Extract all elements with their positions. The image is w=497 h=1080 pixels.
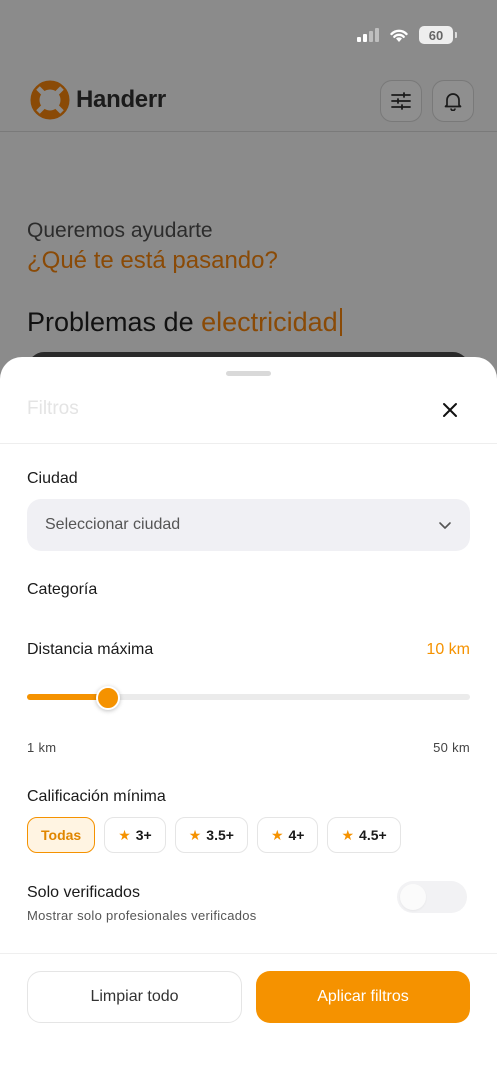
hero-title-accent: electricidad xyxy=(201,307,338,337)
rating-chip[interactable]: Todas xyxy=(27,817,96,853)
divider xyxy=(0,443,497,444)
logo: Handerr xyxy=(30,80,166,120)
lifebuoy-logo-icon xyxy=(30,80,70,120)
rating-chip-label: 4+ xyxy=(288,827,305,843)
apply-filters-button[interactable]: Aplicar filtros xyxy=(256,971,470,1023)
star-icon: ★ xyxy=(341,826,355,843)
app-header: Handerr xyxy=(0,78,497,132)
clear-all-button[interactable]: Limpiar todo xyxy=(27,971,242,1023)
distance-label: Distancia máxima xyxy=(27,641,154,658)
toggle-knob xyxy=(400,884,426,910)
verified-label: Solo verificados xyxy=(27,884,140,901)
verified-toggle[interactable] xyxy=(397,881,467,913)
city-select-value: Seleccionar ciudad xyxy=(45,516,181,533)
star-icon: ★ xyxy=(188,826,202,843)
filters-sheet: Filtros Ciudad Seleccionar ciudad Catego… xyxy=(0,357,497,1080)
city-label: Ciudad xyxy=(27,470,78,487)
rating-label: Calificación mínima xyxy=(27,788,166,805)
sheet-grabber[interactable] xyxy=(226,371,271,376)
text-caret xyxy=(339,308,342,336)
hero-title-prefix: Problemas de xyxy=(27,307,202,337)
close-icon xyxy=(443,403,457,417)
rating-chip-label: 3+ xyxy=(135,827,152,843)
city-select[interactable]: Seleccionar ciudad xyxy=(27,499,470,551)
distance-min-label: 1 km xyxy=(27,740,57,755)
battery-icon: 60 xyxy=(419,26,457,44)
footer-divider xyxy=(0,953,497,954)
distance-slider[interactable] xyxy=(27,686,470,710)
rating-options: Todas ★ 3+ ★ 3.5+ ★ 4+ ★ 4.5+ xyxy=(27,817,401,853)
hero-question: ¿Qué te está pasando? xyxy=(27,247,278,274)
rating-chip[interactable]: ★ 3.5+ xyxy=(174,817,248,853)
category-label: Categoría xyxy=(27,581,98,598)
rating-chip[interactable]: ★ 4+ xyxy=(256,817,319,853)
chevron-down-icon xyxy=(439,521,451,529)
rating-chip[interactable]: ★ 4.5+ xyxy=(327,817,401,853)
star-icon: ★ xyxy=(118,826,131,843)
app-name: Handerr xyxy=(76,86,166,113)
verified-description: Mostrar solo profesionales verificados xyxy=(27,908,257,923)
rating-chip-label: 4.5+ xyxy=(359,827,387,843)
hero-subtitle: Queremos ayudarte xyxy=(27,219,213,242)
rating-chip-label: Todas xyxy=(41,827,82,843)
hero-title: Problemas de electricidad xyxy=(27,307,342,338)
sheet-title: Filtros xyxy=(27,398,79,419)
cellular-signal-icon xyxy=(357,28,379,42)
rating-chip-label: 3.5+ xyxy=(206,827,234,843)
distance-value: 10 km xyxy=(426,641,470,658)
star-icon: ★ xyxy=(270,826,284,843)
status-bar: 60 xyxy=(0,0,497,70)
close-button[interactable] xyxy=(439,399,461,421)
sliders-icon xyxy=(391,92,411,110)
notifications-button[interactable] xyxy=(432,80,474,122)
bell-icon xyxy=(444,93,462,111)
rating-chip[interactable]: ★ 3+ xyxy=(104,817,166,853)
filter-settings-button[interactable] xyxy=(380,80,422,122)
status-indicators: 60 xyxy=(357,26,457,44)
distance-max-label: 50 km xyxy=(433,740,470,755)
slider-thumb[interactable] xyxy=(96,686,121,710)
wifi-icon xyxy=(390,29,408,42)
